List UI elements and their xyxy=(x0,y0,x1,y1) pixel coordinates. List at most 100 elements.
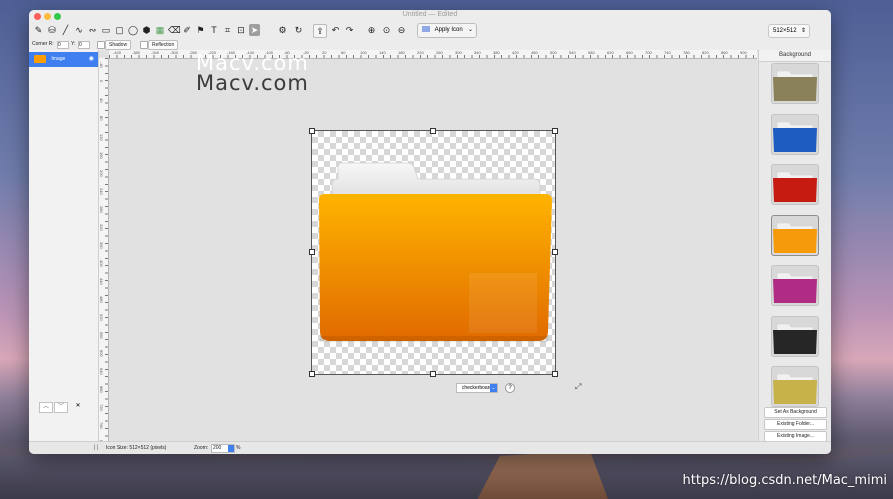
text-icon[interactable]: T xyxy=(209,24,220,36)
ruler-v-label: 120 xyxy=(99,134,104,141)
layer-down-button[interactable]: ﹀ xyxy=(54,402,68,413)
paint-bucket-icon[interactable]: ⛁ xyxy=(47,24,58,36)
ruler-h-label: 420 xyxy=(512,50,519,55)
ellipse-icon[interactable]: ◯ xyxy=(128,24,139,36)
bezier-icon[interactable]: ∾ xyxy=(87,24,98,36)
chevron-down-icon: ⌄ xyxy=(467,27,473,33)
ruler-h-label: 900 xyxy=(740,50,747,55)
ruler-h-label: 60 xyxy=(341,50,346,55)
resize-handle-top[interactable] xyxy=(430,128,436,134)
ruler-v-label: 480 xyxy=(99,296,104,303)
folder-thumb-blue[interactable] xyxy=(771,113,819,155)
ruler-v-label: 240 xyxy=(99,188,104,195)
chevron-down-icon: ⌄ xyxy=(490,384,497,392)
layer-label: Image xyxy=(51,56,66,62)
zoom-fit-icon[interactable]: ⊙ xyxy=(381,24,392,36)
watermark-bottom: Macv.com xyxy=(196,71,309,95)
brush-icon[interactable]: ✐ xyxy=(182,24,193,36)
help-icon[interactable]: ? xyxy=(505,383,515,393)
folder-thumb-magenta[interactable] xyxy=(771,265,819,306)
folder-thumb-gold[interactable] xyxy=(771,366,819,407)
gradient-icon[interactable]: ▦ xyxy=(155,24,166,36)
set-as-background-button[interactable]: Set As Background xyxy=(764,407,827,418)
ruler-v-label: 400 xyxy=(99,260,104,267)
refresh-icon[interactable]: ↻ xyxy=(293,24,304,36)
resize-handle-bl[interactable] xyxy=(309,371,315,377)
reflection-button[interactable]: Reflection xyxy=(148,40,179,50)
resize-handle-tl[interactable] xyxy=(309,128,315,134)
ruler-h-label: 180 xyxy=(398,50,405,55)
visibility-icon[interactable]: ◉ xyxy=(89,52,94,67)
ruler-h-label: 740 xyxy=(664,50,671,55)
folder-icon xyxy=(773,272,817,303)
folder-icon xyxy=(773,373,817,404)
zoom-out-icon[interactable]: ⊖ xyxy=(396,24,407,36)
zoom-in-icon[interactable]: ⊕ xyxy=(366,24,377,36)
redo-icon[interactable]: ↷ xyxy=(344,24,355,36)
title-bar: Untitled — Edited xyxy=(29,10,831,22)
pencil-icon[interactable]: ✎ xyxy=(33,24,44,36)
shadow-checkbox[interactable] xyxy=(97,41,105,49)
ruler-h-label: 780 xyxy=(683,50,690,55)
resize-handle-left[interactable] xyxy=(309,249,315,255)
corner-r-field[interactable]: 0 xyxy=(57,41,69,49)
crop-icon[interactable]: ⌗ xyxy=(222,24,233,36)
ruler-h-label: 20 xyxy=(322,50,327,55)
reflection-checkbox[interactable] xyxy=(140,41,148,49)
rectangle-icon[interactable]: ▭ xyxy=(101,24,112,36)
resize-handle-right[interactable] xyxy=(552,249,558,255)
canvas-area[interactable]: -420 -380 -340 -300 -260 -220 -180 -140 -100 -60-… xyxy=(99,50,757,447)
arrow-select-icon[interactable]: ➤ xyxy=(249,24,260,36)
shadow-button[interactable]: Shadow xyxy=(105,40,132,50)
delete-layer-button[interactable]: ✕ xyxy=(72,402,84,411)
status-bar: ┃┃ Icon Size: 512×512 (pixels) Zoom: 200… xyxy=(29,441,831,454)
curve-icon[interactable]: ∿ xyxy=(74,24,85,36)
zoom-unit: % xyxy=(236,445,241,451)
ruler-h-label: -340 xyxy=(151,50,160,55)
vertical-ruler: -40 0 40 80 120 160 200 240 280 320 360 400 440 480 52… xyxy=(99,58,109,447)
ruler-h-label: 820 xyxy=(702,50,709,55)
resize-handle-br[interactable] xyxy=(552,371,558,377)
ruler-v-label: 320 xyxy=(99,224,104,231)
folder-icon xyxy=(773,171,817,202)
rounded-rectangle-icon[interactable]: ▢ xyxy=(114,24,125,36)
ruler-v-label: 560 xyxy=(99,332,104,339)
undo-icon[interactable]: ↶ xyxy=(330,24,341,36)
footer-watermark: https://blog.csdn.net/Mac_mimi xyxy=(682,473,887,488)
ruler-v-label: 600 xyxy=(99,350,104,357)
hexagon-icon[interactable]: ⬢ xyxy=(141,24,152,36)
resize-handle-tr[interactable] xyxy=(552,128,558,134)
existing-folder-button[interactable]: Existing Folder... xyxy=(764,419,827,430)
folder-thumb-black[interactable] xyxy=(771,315,819,357)
divider-grip-icon[interactable]: ┃┃ xyxy=(93,442,99,454)
zoom-value: 200 xyxy=(213,445,222,451)
magnify-select-icon[interactable]: ⊡ xyxy=(236,24,247,36)
icon-size-select[interactable]: 512×512 ⇕ xyxy=(768,24,810,38)
ruler-v-label: 640 xyxy=(99,368,104,375)
folder-thumb-olive[interactable] xyxy=(771,63,819,104)
zoom-stepper[interactable] xyxy=(228,445,234,452)
ruler-h-label: 540 xyxy=(569,50,576,55)
resize-handle-bottom[interactable] xyxy=(430,371,436,377)
canvas-background-select[interactable]: checkerboard ⌄ xyxy=(456,383,498,393)
ruler-h-label: 380 xyxy=(493,50,500,55)
ruler-h-label: 620 xyxy=(607,50,614,55)
eraser-icon[interactable]: ⌫ xyxy=(168,24,181,36)
fullscreen-icon[interactable]: ⤢ xyxy=(575,382,581,392)
layer-up-button[interactable]: ︿ xyxy=(39,402,53,413)
gear-icon[interactable]: ⚙ xyxy=(277,24,288,36)
folder-thumb-orange[interactable] xyxy=(771,214,819,256)
line-icon[interactable]: ╱ xyxy=(60,24,71,36)
y-field[interactable]: 0 xyxy=(78,41,90,49)
stamp-icon[interactable]: ⚑ xyxy=(195,24,206,36)
layers-panel: Image ◉ xyxy=(29,50,99,442)
ruler-v-label: 160 xyxy=(99,152,104,159)
icon-canvas[interactable] xyxy=(309,128,558,377)
folder-thumb-red[interactable] xyxy=(771,164,819,205)
toolbar: ⚙ ↻ ⇪ ↶ ↷ ⊕ ⊙ ⊖ Apply Icon ⌄ 512×512 ⇕ ✎… xyxy=(29,22,831,40)
window-title: Untitled — Edited xyxy=(402,11,458,18)
zoom-field[interactable]: 200 xyxy=(211,444,235,453)
apply-icon-button[interactable]: Apply Icon ⌄ xyxy=(417,23,477,38)
layer-item-image[interactable]: Image ◉ xyxy=(29,52,98,67)
export-icon[interactable]: ⇪ xyxy=(313,24,327,38)
